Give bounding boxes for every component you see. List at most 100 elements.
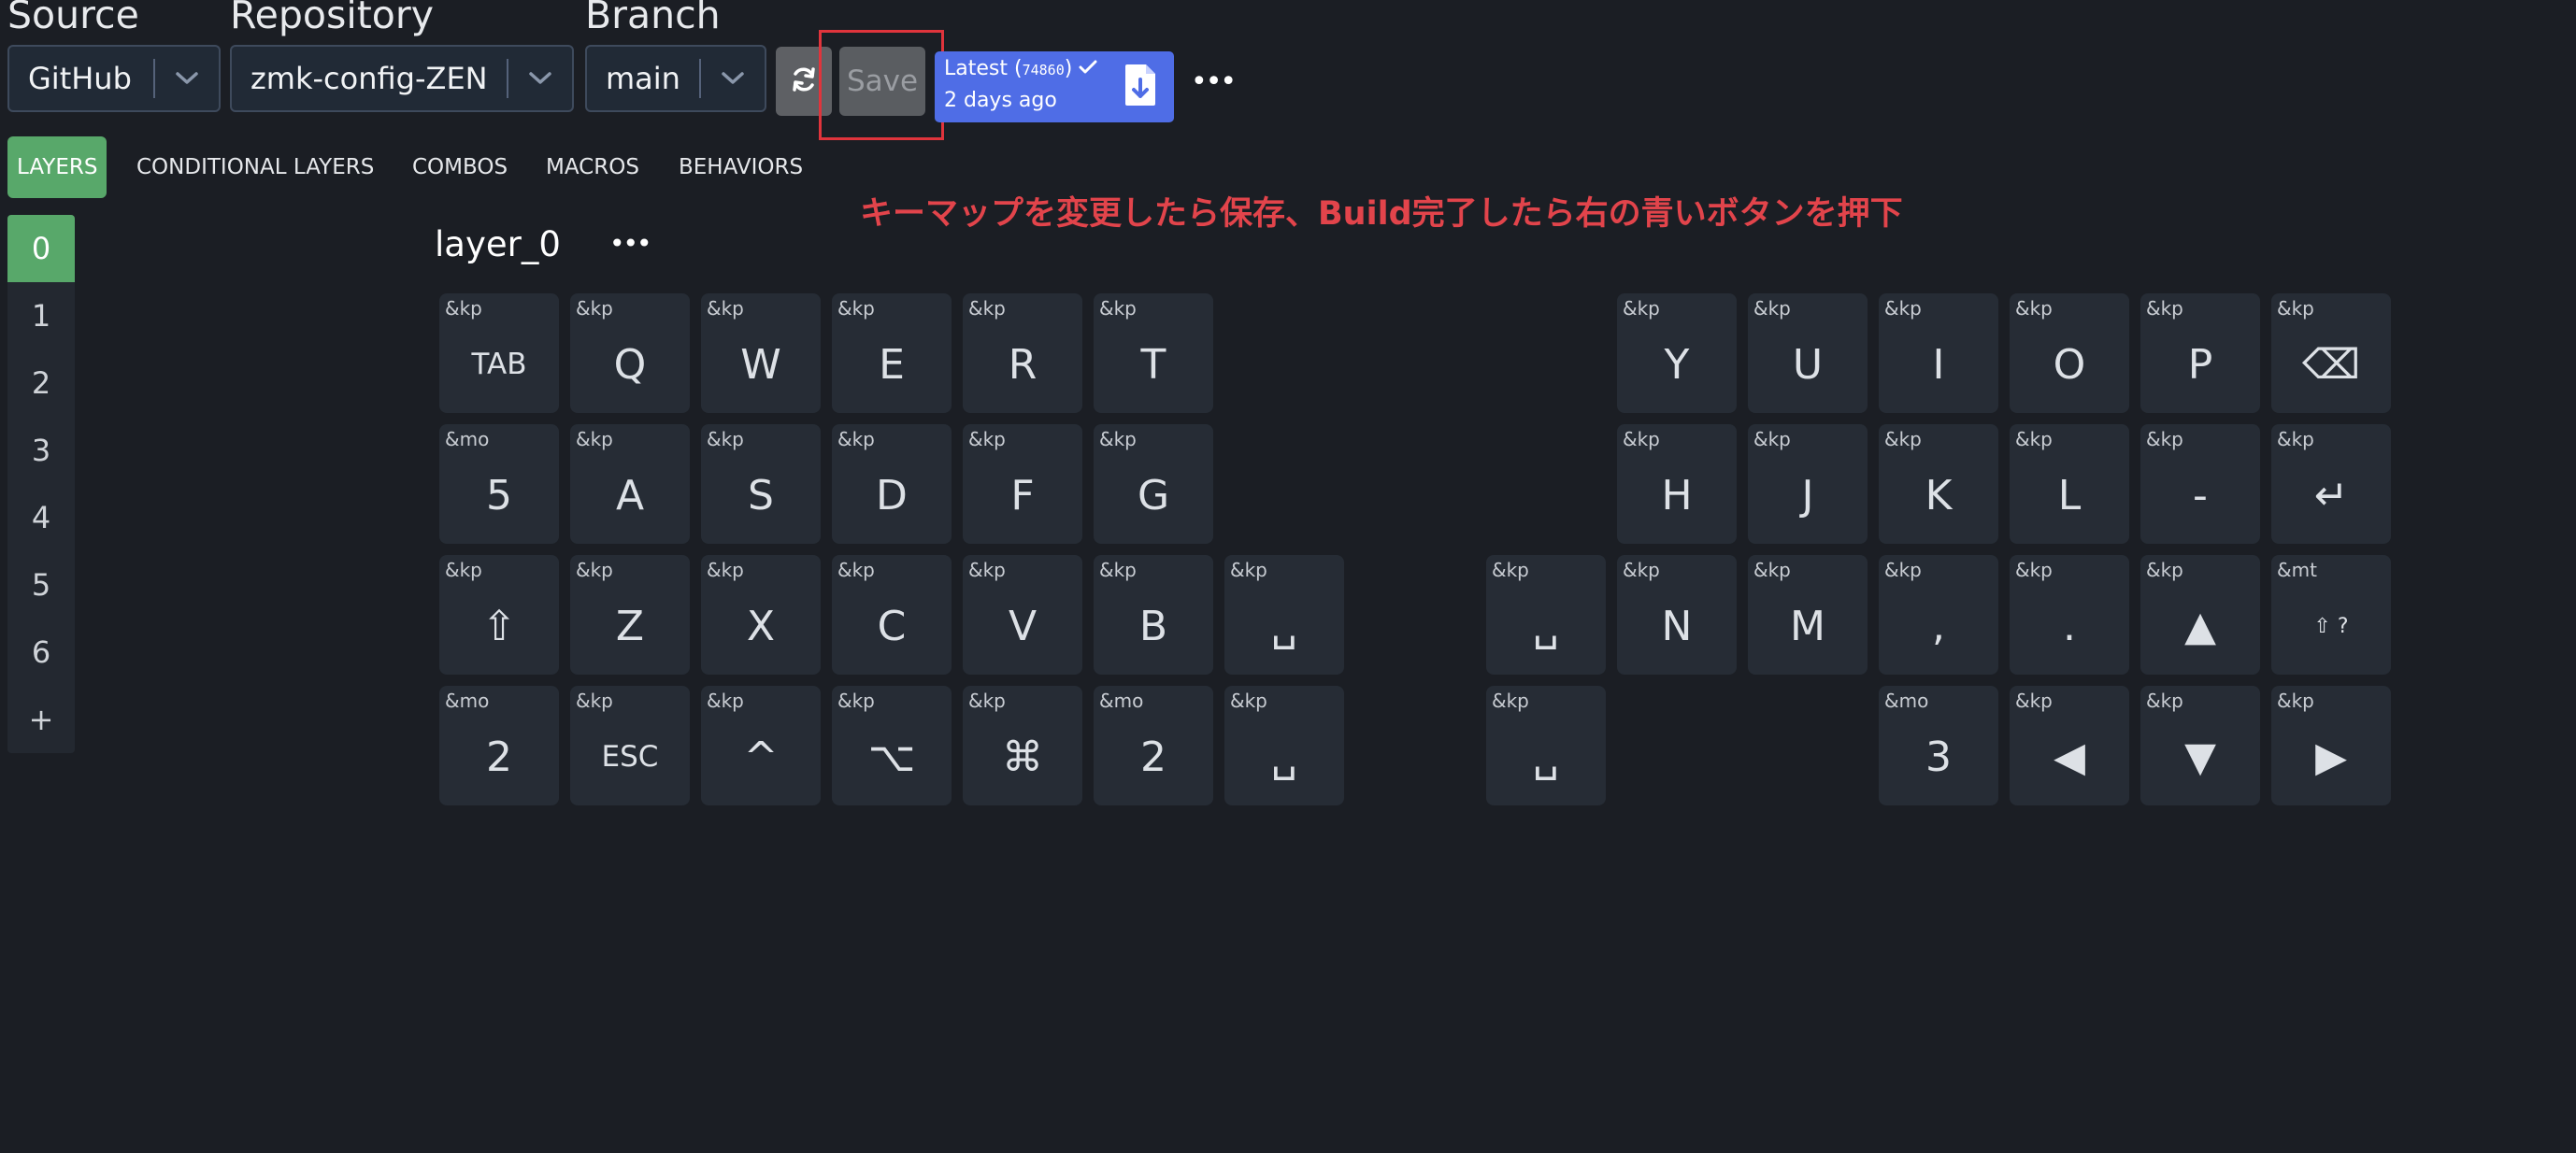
- key[interactable]: &kp -: [2140, 424, 2260, 544]
- key[interactable]: &kp E: [832, 293, 952, 413]
- key[interactable]: &kp ␣: [1486, 686, 1606, 805]
- key[interactable]: &kp ESC: [570, 686, 690, 805]
- key[interactable]: &kp I: [1879, 293, 1998, 413]
- layer-item-1[interactable]: 1: [7, 282, 75, 349]
- key[interactable]: &kp U: [1748, 293, 1868, 413]
- key[interactable]: &kp ⌥: [832, 686, 952, 805]
- key-label: Y: [1664, 340, 1690, 389]
- download-firmware-button[interactable]: Latest (74860) 2 days ago: [935, 51, 1174, 122]
- build-hash: 74860: [1022, 62, 1065, 78]
- key[interactable]: &kp O: [2010, 293, 2129, 413]
- layer-item-3[interactable]: 3: [7, 417, 75, 484]
- key-label: D: [876, 471, 908, 520]
- key[interactable]: &kp F: [963, 424, 1082, 544]
- tab-conditional-layers[interactable]: CONDITIONAL LAYERS: [136, 136, 374, 198]
- key-label: G: [1137, 471, 1170, 520]
- source-select[interactable]: GitHub: [7, 45, 221, 112]
- key[interactable]: &kp W: [701, 293, 821, 413]
- key[interactable]: &kp,: [1879, 555, 1998, 675]
- key[interactable]: &kp.: [2010, 555, 2129, 675]
- key[interactable]: &kp N: [1617, 555, 1737, 675]
- layer-title[interactable]: layer_0: [435, 224, 561, 264]
- chevron-down-icon[interactable]: [155, 71, 219, 86]
- layer-item-2[interactable]: 2: [7, 349, 75, 417]
- key[interactable]: &kp M: [1748, 555, 1868, 675]
- key[interactable]: &mo 2: [439, 686, 559, 805]
- tab-macros[interactable]: MACROS: [546, 136, 639, 198]
- key[interactable]: &kp ⌫: [2271, 293, 2391, 413]
- key-label: 3: [1925, 733, 1952, 781]
- key[interactable]: &kp ▲: [2140, 555, 2260, 675]
- add-layer-button[interactable]: +: [7, 686, 75, 753]
- key[interactable]: &kp A: [570, 424, 690, 544]
- key[interactable]: &kp ◀: [2010, 686, 2129, 805]
- key-label: B: [1138, 602, 1168, 650]
- key[interactable]: &kp V: [963, 555, 1082, 675]
- key[interactable]: &kp L: [2010, 424, 2129, 544]
- key-label: L: [2057, 471, 2082, 520]
- tab-layers[interactable]: LAYERS: [7, 136, 107, 198]
- key-label: ␣: [1533, 602, 1559, 650]
- key-label: TAB: [471, 348, 527, 381]
- key-label: I: [1932, 340, 1945, 389]
- key-label: ⌫: [2301, 340, 2361, 389]
- key[interactable]: &kp R: [963, 293, 1082, 413]
- key[interactable]: &mo 3: [1879, 686, 1998, 805]
- tab-behaviors[interactable]: BEHAVIORS: [679, 136, 803, 198]
- repository-select[interactable]: zmk-config-ZEN: [230, 45, 574, 112]
- chevron-down-icon[interactable]: [508, 71, 572, 86]
- branch-select[interactable]: main: [585, 45, 766, 112]
- key[interactable]: &kp B: [1094, 555, 1213, 675]
- key[interactable]: &kp ↵: [2271, 424, 2391, 544]
- key[interactable]: &mt ⇧ ?: [2271, 555, 2391, 675]
- key[interactable]: &kp G: [1094, 424, 1213, 544]
- key-label: ▼: [2184, 733, 2216, 781]
- key[interactable]: &mo 5: [439, 424, 559, 544]
- key-label: ,: [1932, 602, 1945, 650]
- key-label: ⇧ ?: [2313, 614, 2349, 638]
- layer-item-4[interactable]: 4: [7, 484, 75, 551]
- key[interactable]: &kp K: [1879, 424, 1998, 544]
- key[interactable]: &kp Y: [1617, 293, 1737, 413]
- key-label: ◀: [2054, 733, 2085, 781]
- key[interactable]: &kp ␣: [1224, 555, 1344, 675]
- key[interactable]: &kp ▼: [2140, 686, 2260, 805]
- layer-item-5[interactable]: 5: [7, 551, 75, 619]
- key-label: A: [615, 471, 645, 520]
- key[interactable]: &kp ⇧: [439, 555, 559, 675]
- key[interactable]: &kp P: [2140, 293, 2260, 413]
- key-label: H: [1661, 471, 1693, 520]
- file-download-icon: [1123, 63, 1157, 111]
- key[interactable]: &kp D: [832, 424, 952, 544]
- key-label: ␣: [1271, 602, 1297, 650]
- key[interactable]: &kp ␣: [1486, 555, 1606, 675]
- key[interactable]: &kp X: [701, 555, 821, 675]
- key[interactable]: &kp H: [1617, 424, 1737, 544]
- key[interactable]: &kp ▶: [2271, 686, 2391, 805]
- layer-more-icon[interactable]: •••: [609, 228, 652, 259]
- key[interactable]: &kp TAB: [439, 293, 559, 413]
- key[interactable]: &kp ⌘: [963, 686, 1082, 805]
- key[interactable]: &kp C: [832, 555, 952, 675]
- chevron-down-icon[interactable]: [701, 71, 765, 86]
- key[interactable]: &kp ^: [701, 686, 821, 805]
- layer-item-0[interactable]: 0: [7, 215, 75, 282]
- repository-label: Repository: [230, 0, 435, 37]
- key[interactable]: &kp S: [701, 424, 821, 544]
- refresh-icon: [790, 65, 818, 97]
- key-label: E: [879, 340, 905, 389]
- key[interactable]: &kp Q: [570, 293, 690, 413]
- tab-combos[interactable]: COMBOS: [412, 136, 508, 198]
- key[interactable]: &mo 2: [1094, 686, 1213, 805]
- layer-item-6[interactable]: 6: [7, 619, 75, 686]
- key[interactable]: &kp T: [1094, 293, 1213, 413]
- save-highlight-box: [819, 30, 944, 140]
- repository-value: zmk-config-ZEN: [250, 61, 488, 96]
- more-options-icon[interactable]: •••: [1191, 65, 1237, 98]
- key[interactable]: &kp J: [1748, 424, 1868, 544]
- key-label: Q: [613, 340, 647, 389]
- key[interactable]: &kp ␣: [1224, 686, 1344, 805]
- key-label: S: [748, 471, 774, 520]
- key-label: ␣: [1533, 733, 1559, 781]
- key[interactable]: &kp Z: [570, 555, 690, 675]
